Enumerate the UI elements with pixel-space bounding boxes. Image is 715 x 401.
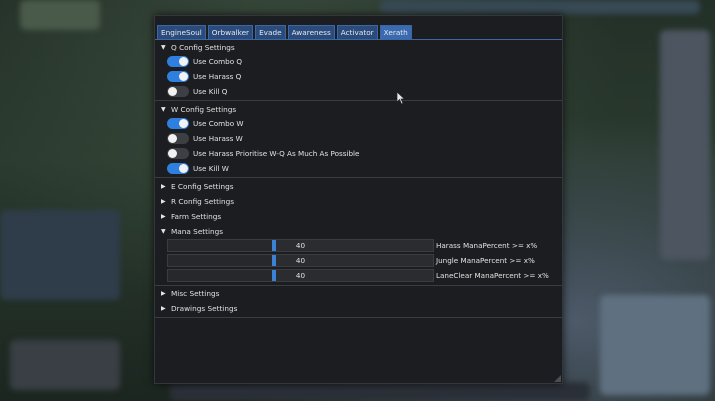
- toggle-knob: [168, 87, 177, 96]
- section-divider: [155, 100, 562, 101]
- toggle-row-harass-q[interactable]: Use Harass Q: [155, 69, 562, 84]
- slider-value: 40: [295, 241, 306, 250]
- slider-label: Jungle ManaPercent >= x%: [436, 256, 535, 265]
- toggle-row-kill-w[interactable]: Use Kill W: [155, 161, 562, 176]
- tab-awareness[interactable]: Awareness: [287, 25, 335, 40]
- section-drawings[interactable]: ▶ Drawings Settings: [155, 302, 562, 317]
- mana-slider[interactable]: 40: [167, 239, 434, 252]
- toggle-row-combo-w[interactable]: Use Combo W: [155, 116, 562, 131]
- section-divider: [155, 317, 562, 318]
- tab-enginesoul[interactable]: EngineSoul: [157, 25, 206, 40]
- toggle-switch[interactable]: [167, 86, 189, 97]
- section-label: W Config Settings: [171, 105, 237, 114]
- slider-row-laneclear-mana: 40 LaneClear ManaPercent >= x%: [155, 268, 562, 283]
- slider-row-jungle-mana: 40 Jungle ManaPercent >= x%: [155, 253, 562, 268]
- slider-value: 40: [295, 256, 306, 265]
- toggle-row-combo-q[interactable]: Use Combo Q: [155, 54, 562, 69]
- toggle-label: Use Harass Q: [193, 72, 242, 81]
- toggle-switch[interactable]: [167, 133, 189, 144]
- toggle-row-harass-prioritise[interactable]: Use Harass Prioritise W-Q As Much As Pos…: [155, 146, 562, 161]
- slider-row-harass-mana: 40 Harass ManaPercent >= x%: [155, 238, 562, 253]
- settings-panel: EngineSoul Orbwalker Evade Awareness Activat…: [154, 15, 563, 384]
- resize-grip-icon[interactable]: [554, 375, 561, 382]
- toggle-row-kill-q[interactable]: Use Kill Q: [155, 84, 562, 99]
- section-label: Drawings Settings: [171, 304, 238, 313]
- triangle-down-icon: ▼: [161, 228, 166, 235]
- section-label: E Config Settings: [171, 182, 234, 191]
- toggle-knob: [179, 119, 188, 128]
- section-label: Q Config Settings: [171, 43, 235, 52]
- slider-label: Harass ManaPercent >= x%: [436, 241, 538, 250]
- slider-value: 40: [295, 271, 306, 280]
- section-e-config[interactable]: ▶ E Config Settings: [155, 180, 562, 195]
- toggle-row-harass-w[interactable]: Use Harass W: [155, 131, 562, 146]
- mana-slider[interactable]: 40: [167, 269, 434, 282]
- section-label: R Config Settings: [171, 197, 235, 206]
- triangle-right-icon: ▶: [161, 198, 166, 205]
- triangle-down-icon: ▼: [161, 44, 166, 51]
- slider-label: LaneClear ManaPercent >= x%: [436, 271, 549, 280]
- triangle-right-icon: ▶: [161, 305, 166, 312]
- toggle-knob: [179, 57, 188, 66]
- toggle-switch[interactable]: [167, 118, 189, 129]
- toggle-label: Use Harass Prioritise W-Q As Much As Pos…: [193, 149, 360, 158]
- section-divider: [155, 177, 562, 178]
- triangle-right-icon: ▶: [161, 213, 166, 220]
- toggle-switch[interactable]: [167, 148, 189, 159]
- toggle-knob: [168, 134, 177, 143]
- section-r-config[interactable]: ▶ R Config Settings: [155, 195, 562, 210]
- tab-bar: EngineSoul Orbwalker Evade Awareness Activat…: [157, 25, 412, 40]
- triangle-right-icon: ▶: [161, 183, 166, 190]
- toggle-switch[interactable]: [167, 163, 189, 174]
- toggle-label: Use Kill W: [193, 164, 229, 173]
- toggle-label: Use Harass W: [193, 134, 243, 143]
- section-label: Mana Settings: [171, 227, 224, 236]
- tab-orbwalker[interactable]: Orbwalker: [207, 25, 254, 40]
- toggle-label: Use Combo Q: [193, 57, 243, 66]
- toggle-knob: [179, 164, 188, 173]
- toggle-label: Use Kill Q: [193, 87, 228, 96]
- tab-evade[interactable]: Evade: [255, 25, 286, 40]
- triangle-right-icon: ▶: [161, 290, 166, 297]
- section-farm[interactable]: ▶ Farm Settings: [155, 210, 562, 225]
- tab-xerath[interactable]: Xerath: [379, 25, 412, 40]
- section-divider: [155, 285, 562, 286]
- toggle-switch[interactable]: [167, 71, 189, 82]
- mana-slider[interactable]: 40: [167, 254, 434, 267]
- tab-divider: [155, 39, 562, 40]
- section-misc[interactable]: ▶ Misc Settings: [155, 287, 562, 302]
- mouse-cursor-icon: [396, 91, 406, 105]
- toggle-knob: [168, 149, 177, 158]
- triangle-down-icon: ▼: [161, 106, 166, 113]
- toggle-label: Use Combo W: [193, 119, 244, 128]
- tab-activator[interactable]: Activator: [336, 25, 378, 40]
- toggle-knob: [179, 72, 188, 81]
- section-label: Farm Settings: [171, 212, 222, 221]
- section-label: Misc Settings: [171, 289, 220, 298]
- toggle-switch[interactable]: [167, 56, 189, 67]
